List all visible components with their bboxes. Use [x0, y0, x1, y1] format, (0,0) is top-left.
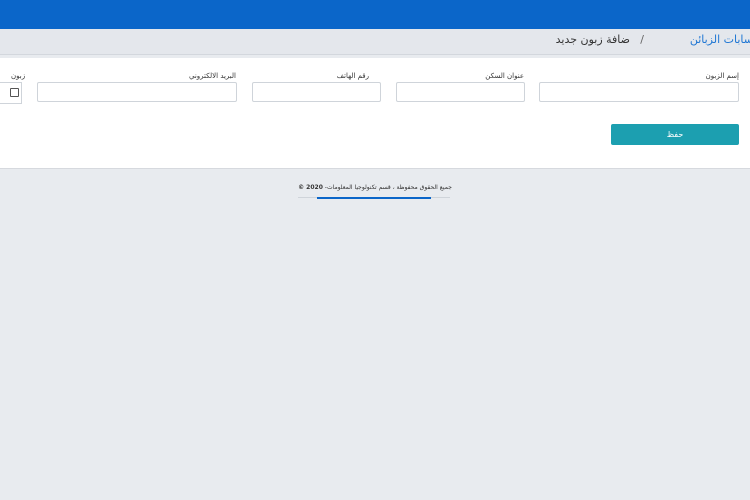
phone-label: رقم الهاتف	[336, 72, 369, 80]
customer-name-input[interactable]	[539, 82, 739, 102]
footer-copyright: © 2020 -جميع الحقوق محفوظة ، قسم تكنولوج…	[0, 184, 750, 191]
address-input[interactable]	[396, 82, 525, 102]
footer-year: © 2020	[298, 184, 323, 191]
top-navbar	[0, 0, 750, 29]
email-label: البريد الالكتروني	[189, 72, 236, 80]
breadcrumb-current: ضافة زبون جديد	[555, 33, 630, 46]
email-input[interactable]	[37, 82, 237, 102]
save-button[interactable]: حفظ	[611, 124, 739, 145]
breadcrumb-customers-link[interactable]: سابات الزبائن	[690, 33, 750, 46]
breadcrumb-separator: /	[640, 33, 644, 46]
footer-text: -جميع الحقوق محفوظة ، قسم تكنولوجيا المع…	[324, 184, 452, 191]
customer-form-card: إسم الزبون عنوان السكن رقم الهاتف البريد…	[0, 58, 750, 169]
phone-input[interactable]	[252, 82, 381, 102]
checkbox-label: زبون	[11, 72, 26, 80]
address-label: عنوان السكن	[485, 72, 524, 80]
breadcrumb: ضافة زبون جديد / سابات الزبائن	[0, 29, 750, 55]
customer-checkbox[interactable]	[10, 88, 19, 97]
footer-divider-accent	[317, 197, 431, 199]
customer-name-label: إسم الزبون	[705, 72, 739, 80]
